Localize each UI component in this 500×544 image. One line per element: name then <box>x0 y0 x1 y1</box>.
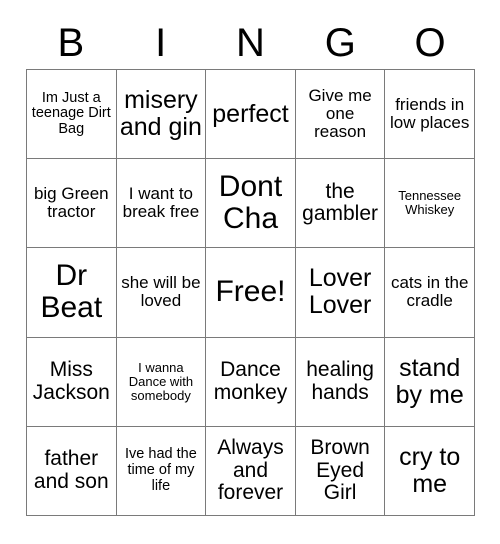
bingo-cell-label: Brown Eyed Girl <box>310 435 370 505</box>
bingo-cell-label: she will be loved <box>121 273 201 311</box>
bingo-cell[interactable]: Dance monkey <box>206 337 296 427</box>
bingo-cell[interactable]: father and son <box>27 426 117 516</box>
bingo-cell[interactable]: perfect <box>206 70 296 160</box>
bingo-cell[interactable]: I wanna Dance with somebody <box>116 337 207 427</box>
bingo-cell-label: Always and forever <box>217 435 284 505</box>
bingo-cell[interactable]: Lover Lover <box>295 248 386 338</box>
header-letter-o: O <box>414 20 446 65</box>
bingo-card: B I N G O Im Just a teenage Dirt Bag mise… <box>0 0 500 544</box>
bingo-cell-label: Tennessee Whiskey <box>398 188 462 218</box>
bingo-free-space[interactable]: Free! <box>206 248 296 338</box>
bingo-cell[interactable]: big Green tractor <box>27 159 117 249</box>
header-letter-g: G <box>324 20 356 65</box>
bingo-cell-label: friends in low places <box>390 94 470 133</box>
bingo-cell[interactable]: Ive had the time of my life <box>116 426 207 516</box>
bingo-cell-label: big Green tractor <box>33 183 109 222</box>
bingo-cell[interactable]: Give me one reason <box>295 70 386 160</box>
bingo-cell[interactable]: cats in the cradle <box>385 248 475 338</box>
bingo-cell-label: stand by me <box>395 353 464 409</box>
bingo-cell[interactable]: friends in low places <box>385 70 475 160</box>
bingo-cell-label: Miss Jackson <box>32 358 110 404</box>
bingo-cell[interactable]: stand by me <box>385 337 475 427</box>
bingo-cell-label: Im Just a teenage Dirt Bag <box>31 89 111 137</box>
bingo-cell-label: I wanna Dance with somebody <box>128 359 194 403</box>
bingo-cell[interactable]: Dr Beat <box>27 248 117 338</box>
bingo-cell[interactable]: the gambler <box>295 159 386 249</box>
bingo-cell[interactable]: cry to me <box>385 426 475 516</box>
bingo-cell[interactable]: Dont Cha <box>206 159 296 249</box>
bingo-cell[interactable]: she will be loved <box>116 248 207 338</box>
bingo-cell[interactable]: Tennessee Whiskey <box>385 159 475 249</box>
bingo-cell-label: father and son <box>33 447 109 493</box>
bingo-cell[interactable]: Always and forever <box>206 426 296 516</box>
bingo-header: B I N G O <box>26 16 475 69</box>
bingo-cell[interactable]: Im Just a teenage Dirt Bag <box>27 70 117 160</box>
bingo-cell-label: Lover Lover <box>308 264 372 320</box>
bingo-cell-label: Free! <box>215 275 286 309</box>
bingo-cell-label: Dont Cha <box>218 169 283 236</box>
header-letter-b: B <box>57 20 85 65</box>
bingo-cell[interactable]: misery and gin <box>116 70 207 160</box>
bingo-cell-label: cry to me <box>399 442 461 498</box>
header-letter-i: I <box>155 20 167 65</box>
bingo-cell-label: Give me one reason <box>308 85 372 142</box>
bingo-cell-label: Dance monkey <box>213 358 288 404</box>
header-letter-n: N <box>236 20 265 65</box>
bingo-cell[interactable]: Brown Eyed Girl <box>295 426 386 516</box>
bingo-cell[interactable]: healing hands <box>295 337 386 427</box>
bingo-grid: Im Just a teenage Dirt Bag misery and gin… <box>26 69 475 516</box>
bingo-cell-label: cats in the cradle <box>390 273 469 311</box>
bingo-cell-label: I want to break free <box>122 183 200 222</box>
bingo-cell-label: perfect <box>212 99 289 128</box>
bingo-cell-label: Dr Beat <box>40 259 103 325</box>
bingo-cell-label: healing hands <box>306 358 374 404</box>
bingo-cell-label: misery and gin <box>119 86 202 142</box>
bingo-cell[interactable]: I want to break free <box>116 159 207 249</box>
bingo-cell[interactable]: Miss Jackson <box>27 337 117 427</box>
bingo-cell-label: the gambler <box>302 179 379 226</box>
bingo-cell-label: Ive had the time of my life <box>125 446 197 494</box>
